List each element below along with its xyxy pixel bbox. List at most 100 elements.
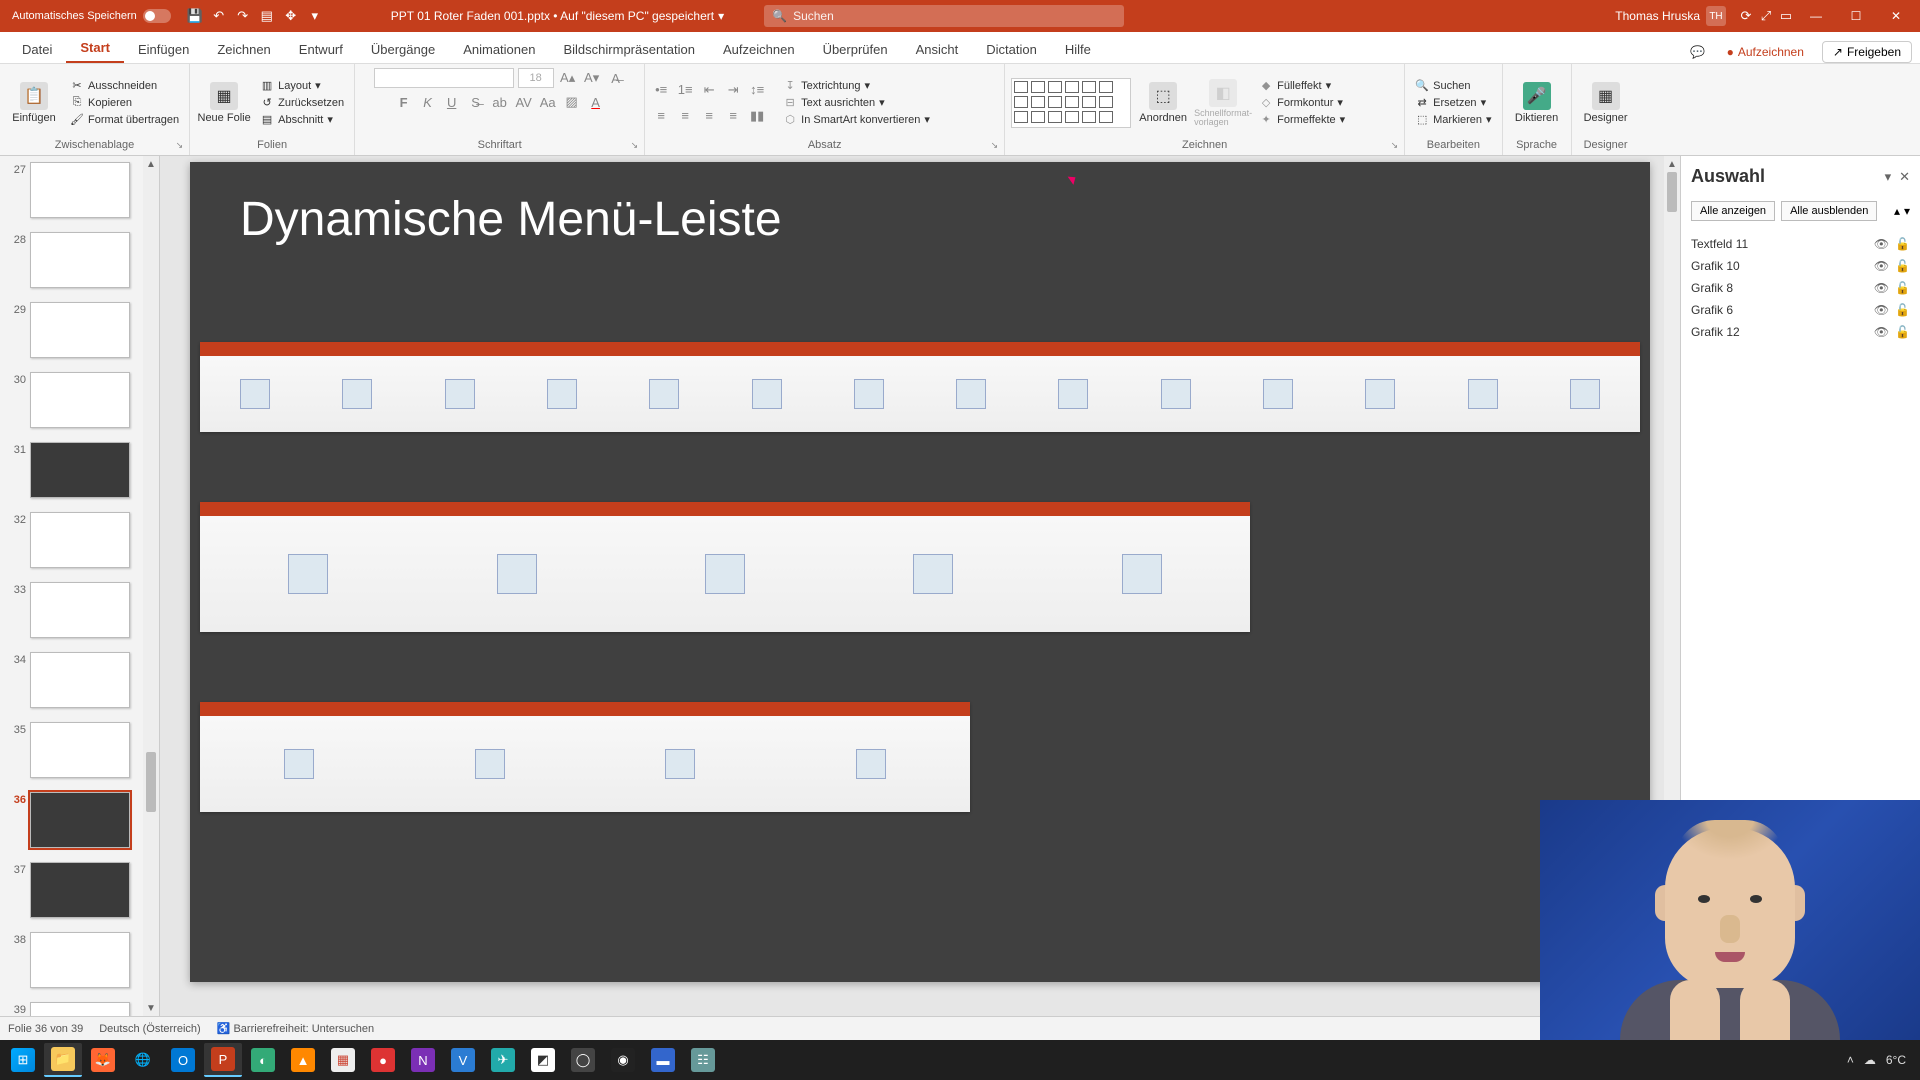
- align-center-icon[interactable]: ≡: [675, 106, 695, 126]
- cut-button[interactable]: ✂Ausschneiden: [66, 78, 183, 94]
- numbering-icon[interactable]: 1≡: [675, 80, 695, 100]
- visibility-icon[interactable]: 👁: [1874, 259, 1889, 273]
- show-all-button[interactable]: Alle anzeigen: [1691, 201, 1775, 221]
- align-text-button[interactable]: ⊟Text ausrichten ▾: [779, 95, 934, 111]
- thumbnail-slide-29[interactable]: 29: [0, 300, 159, 370]
- thumbnail-slide-31[interactable]: 31: [0, 440, 159, 510]
- close-button[interactable]: ✕: [1876, 0, 1916, 32]
- tab-animationen[interactable]: Animationen: [449, 36, 549, 63]
- tab-entwurf[interactable]: Entwurf: [285, 36, 357, 63]
- shape-outline-button[interactable]: ◇Formkontur ▾: [1255, 95, 1349, 111]
- bullets-icon[interactable]: •≡: [651, 80, 671, 100]
- taskbar-app8[interactable]: ☷: [684, 1043, 722, 1077]
- account-button[interactable]: Thomas Hruska TH: [1605, 6, 1736, 26]
- align-right-icon[interactable]: ≡: [699, 106, 719, 126]
- thumbnail-slide-38[interactable]: 38: [0, 930, 159, 1000]
- section-button[interactable]: ▤Abschnitt ▾: [256, 112, 348, 128]
- thumbnail-slide-36[interactable]: 36: [0, 790, 159, 860]
- text-direction-button[interactable]: ↧Textrichtung ▾: [779, 78, 934, 94]
- dictate-button[interactable]: 🎤Diktieren: [1509, 71, 1565, 135]
- scroll-up-icon[interactable]: ▲: [1664, 156, 1680, 172]
- taskbar-app7[interactable]: ▬: [644, 1043, 682, 1077]
- accessibility-checker[interactable]: ♿ Barrierefreiheit: Untersuchen: [217, 1022, 374, 1035]
- shape-fill-button[interactable]: ◆Fülleffekt ▾: [1255, 78, 1349, 94]
- taskbar-onenote[interactable]: N: [404, 1043, 442, 1077]
- char-spacing-icon[interactable]: AV: [514, 92, 534, 112]
- visibility-icon[interactable]: 👁: [1874, 325, 1889, 339]
- thumbnail-preview[interactable]: [30, 1002, 130, 1016]
- scroll-handle[interactable]: [146, 752, 156, 812]
- thumbnail-slide-39[interactable]: 39: [0, 1000, 159, 1016]
- system-tray[interactable]: ˄ ☁ 6°C: [1847, 1053, 1916, 1067]
- share-button[interactable]: ↗ Freigeben: [1822, 41, 1912, 63]
- lock-icon[interactable]: 🔓: [1895, 325, 1910, 339]
- decrease-indent-icon[interactable]: ⇤: [699, 80, 719, 100]
- chevron-down-icon[interactable]: ▾: [718, 9, 724, 23]
- tab-start[interactable]: Start: [66, 34, 124, 63]
- tray-overflow-icon[interactable]: ˄: [1847, 1053, 1854, 1067]
- font-color-icon[interactable]: A: [586, 92, 606, 112]
- tab-ansicht[interactable]: Ansicht: [902, 36, 973, 63]
- language-indicator[interactable]: Deutsch (Österreich): [99, 1023, 200, 1035]
- selection-item[interactable]: Grafik 12👁🔓: [1691, 321, 1910, 343]
- thumbnail-preview[interactable]: [30, 722, 130, 778]
- lock-icon[interactable]: 🔓: [1895, 237, 1910, 251]
- reset-button[interactable]: ↺Zurücksetzen: [256, 95, 348, 111]
- thumbnail-preview[interactable]: [30, 162, 130, 218]
- thumbnail-preview[interactable]: [30, 792, 130, 848]
- search-input[interactable]: 🔍 Suchen: [764, 5, 1124, 27]
- app-window-icon[interactable]: ▭: [1776, 6, 1796, 26]
- thumbnail-slide-28[interactable]: 28: [0, 230, 159, 300]
- start-button[interactable]: ⊞: [4, 1043, 42, 1077]
- tab-hilfe[interactable]: Hilfe: [1051, 36, 1105, 63]
- lock-icon[interactable]: 🔓: [1895, 303, 1910, 317]
- present-from-start-icon[interactable]: ▤: [257, 6, 277, 26]
- shape-effects-button[interactable]: ✦Formeffekte ▾: [1255, 112, 1349, 128]
- selection-item[interactable]: Grafik 10👁🔓: [1691, 255, 1910, 277]
- taskbar-explorer[interactable]: 📁: [44, 1043, 82, 1077]
- temperature-label[interactable]: 6°C: [1886, 1053, 1906, 1067]
- dialog-launcher-icon[interactable]: ↘: [631, 140, 639, 151]
- thumbnail-preview[interactable]: [30, 232, 130, 288]
- shapes-gallery[interactable]: [1011, 78, 1131, 128]
- document-title[interactable]: PPT 01 Roter Faden 001.pptx • Auf "diese…: [331, 9, 764, 23]
- italic-icon[interactable]: K: [418, 92, 438, 112]
- thumbnail-slide-30[interactable]: 30: [0, 370, 159, 440]
- select-button[interactable]: ⬚Markieren ▾: [1411, 112, 1495, 128]
- ribbon-display-icon[interactable]: ⤢: [1756, 6, 1776, 26]
- tab-aufzeichnen[interactable]: Aufzeichnen: [709, 36, 809, 63]
- pane-options-icon[interactable]: ▾: [1885, 169, 1892, 185]
- thumbnail-slide-37[interactable]: 37: [0, 860, 159, 930]
- qat-customize-icon[interactable]: ▾: [305, 6, 325, 26]
- increase-font-icon[interactable]: A▴: [558, 68, 578, 88]
- save-icon[interactable]: 💾: [185, 6, 205, 26]
- shadow-icon[interactable]: ab: [490, 92, 510, 112]
- taskbar-telegram[interactable]: ✈: [484, 1043, 522, 1077]
- taskbar-app3[interactable]: ●: [364, 1043, 402, 1077]
- taskbar-vlc[interactable]: ▲: [284, 1043, 322, 1077]
- format-painter-button[interactable]: 🖌Format übertragen: [66, 112, 183, 128]
- pane-close-icon[interactable]: ✕: [1899, 169, 1910, 185]
- taskbar-chrome[interactable]: 🌐: [124, 1043, 162, 1077]
- selection-item[interactable]: Grafik 8👁🔓: [1691, 277, 1910, 299]
- thumbnail-slide-35[interactable]: 35: [0, 720, 159, 790]
- slide-counter[interactable]: Folie 36 von 39: [8, 1023, 83, 1035]
- selection-item[interactable]: Textfeld 11👁🔓: [1691, 233, 1910, 255]
- find-button[interactable]: 🔍Suchen: [1411, 78, 1495, 94]
- thumbnail-slide-32[interactable]: 32: [0, 510, 159, 580]
- thumbnail-preview[interactable]: [30, 652, 130, 708]
- comments-icon[interactable]: 💬: [1687, 41, 1709, 63]
- bold-icon[interactable]: F: [394, 92, 414, 112]
- clear-formatting-icon[interactable]: A̶: [606, 68, 626, 88]
- toggle-switch[interactable]: [143, 9, 171, 23]
- taskbar-app6[interactable]: ◉: [604, 1043, 642, 1077]
- thumbnail-preview[interactable]: [30, 442, 130, 498]
- slide-canvas[interactable]: Dynamische Menü-Leiste: [190, 162, 1650, 982]
- thumbnail-slide-33[interactable]: 33: [0, 580, 159, 650]
- maximize-button[interactable]: ☐: [1836, 0, 1876, 32]
- thumbnail-preview[interactable]: [30, 302, 130, 358]
- lock-icon[interactable]: 🔓: [1895, 259, 1910, 273]
- taskbar-app1[interactable]: ◐: [244, 1043, 282, 1077]
- align-left-icon[interactable]: ≡: [651, 106, 671, 126]
- copy-button[interactable]: ⎘Kopieren: [66, 95, 183, 111]
